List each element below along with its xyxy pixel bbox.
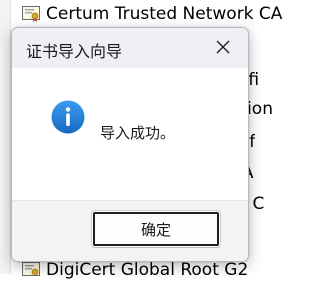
dialog-title: 证书导入向导 <box>26 42 123 61</box>
close-icon <box>216 39 230 58</box>
dialog-message: 导入成功。 <box>100 124 176 142</box>
dialog-titlebar: 证书导入向导 <box>12 28 248 68</box>
ok-button-label: 确定 <box>140 220 171 239</box>
certificate-icon <box>22 262 40 278</box>
certificate-icon <box>22 6 40 22</box>
ok-button[interactable]: 确定 <box>91 210 221 248</box>
list-item-certum[interactable]: Certum Trusted Network CA <box>22 1 282 27</box>
cert-name: DigiCert Global Root G2 <box>46 260 249 280</box>
list-left-rail <box>0 0 11 274</box>
cert-name: Certum Trusted Network CA <box>46 4 283 24</box>
close-button[interactable] <box>208 34 238 62</box>
info-icon <box>51 100 85 134</box>
import-success-dialog: 证书导入向导 导入成功。 确定 <box>11 27 249 262</box>
